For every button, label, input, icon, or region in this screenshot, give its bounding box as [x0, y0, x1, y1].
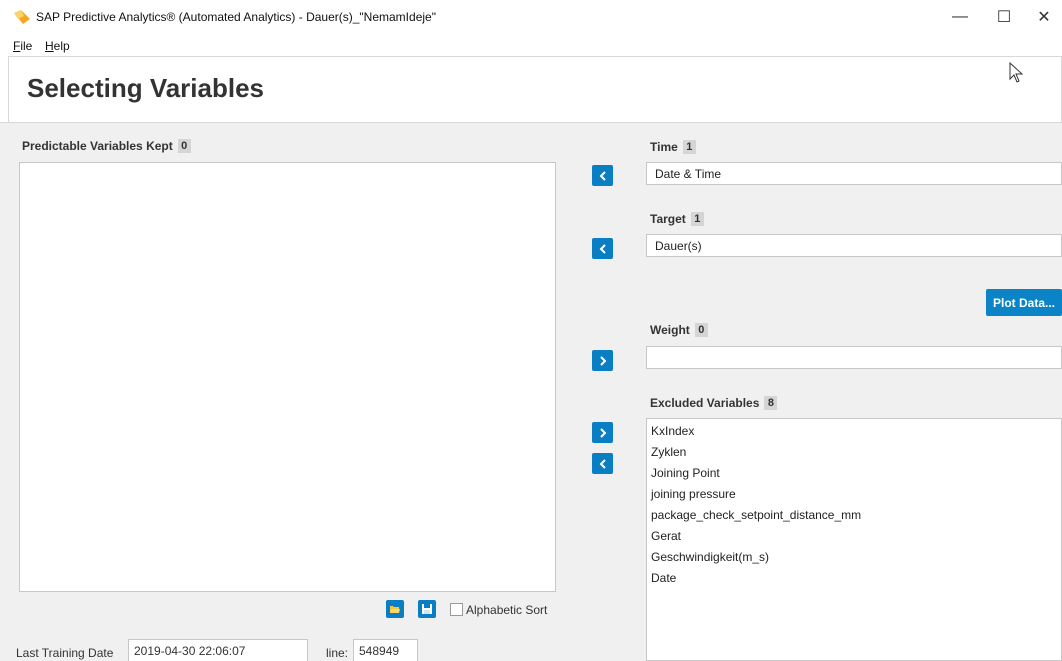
- title-bar: SAP Predictive Analytics® (Automated Ana…: [0, 0, 1062, 36]
- list-item[interactable]: joining pressure: [649, 484, 1059, 505]
- page-title: Selecting Variables: [27, 73, 265, 103]
- chevron-right-icon: [599, 427, 606, 438]
- save-icon: [422, 604, 432, 614]
- predictable-label: Predictable Variables Kept 0: [22, 139, 191, 153]
- list-item[interactable]: Geschwindigkeit(m_s): [649, 547, 1059, 568]
- list-item[interactable]: Date: [649, 568, 1059, 589]
- weight-field[interactable]: [646, 346, 1062, 369]
- excluded-label: Excluded Variables 8: [650, 396, 778, 410]
- mouse-cursor-icon: [1009, 62, 1024, 83]
- move-excluded-left-button[interactable]: [592, 453, 613, 474]
- target-count-badge: 1: [690, 212, 704, 226]
- chevron-left-icon: [599, 458, 606, 469]
- last-training-label: Last Training Date: [16, 646, 114, 660]
- list-item[interactable]: KxIndex: [649, 421, 1059, 442]
- predictable-variables-list[interactable]: [19, 162, 556, 592]
- window-title: SAP Predictive Analytics® (Automated Ana…: [36, 10, 436, 24]
- menu-help[interactable]: Help: [45, 39, 70, 53]
- minimize-icon: —: [952, 8, 968, 25]
- time-label: Time 1: [650, 140, 696, 154]
- chevron-right-icon: [599, 355, 606, 366]
- move-excluded-right-button[interactable]: [592, 422, 613, 443]
- close-icon: ✕: [1037, 9, 1051, 26]
- menu-bar: File Help: [0, 36, 1062, 56]
- close-button[interactable]: ✕: [1024, 4, 1062, 30]
- maximize-icon: ☐: [996, 9, 1012, 26]
- list-item[interactable]: Gerat: [649, 526, 1059, 547]
- chevron-left-icon: [599, 243, 606, 254]
- weight-label: Weight 0: [650, 323, 708, 337]
- list-item[interactable]: Joining Point: [649, 463, 1059, 484]
- alphabetic-sort-checkbox[interactable]: [450, 603, 463, 616]
- time-count-badge: 1: [682, 140, 696, 154]
- target-field[interactable]: Dauer(s): [646, 234, 1062, 257]
- page-header: Selecting Variables: [8, 56, 1062, 122]
- move-target-left-button[interactable]: [592, 238, 613, 259]
- sap-logo-icon: [14, 10, 30, 24]
- predictable-count-badge: 0: [177, 139, 191, 153]
- line-value-field: 548949: [353, 639, 418, 661]
- move-weight-right-button[interactable]: [592, 350, 613, 371]
- menu-file[interactable]: File: [13, 39, 32, 53]
- open-button[interactable]: [386, 600, 404, 618]
- excluded-variables-list[interactable]: KxIndex Zyklen Joining Point joining pre…: [646, 418, 1062, 661]
- time-field[interactable]: Date & Time: [646, 162, 1062, 185]
- target-label: Target 1: [650, 212, 704, 226]
- chevron-left-icon: [599, 170, 606, 181]
- alphabetic-sort-label: Alphabetic Sort: [466, 603, 548, 617]
- move-time-left-button[interactable]: [592, 165, 613, 186]
- line-label: line:: [326, 646, 349, 660]
- excluded-count-badge: 8: [764, 396, 778, 410]
- save-button[interactable]: [418, 600, 436, 618]
- last-training-date-field: 2019-04-30 22:06:07: [128, 639, 308, 661]
- maximize-button[interactable]: ☐: [984, 4, 1024, 30]
- plot-data-button[interactable]: Plot Data...: [986, 289, 1062, 316]
- weight-count-badge: 0: [694, 323, 708, 337]
- list-item[interactable]: package_check_setpoint_distance_mm: [649, 505, 1059, 526]
- list-item[interactable]: Zyklen: [649, 442, 1059, 463]
- folder-open-icon: [390, 606, 400, 613]
- minimize-button[interactable]: —: [940, 4, 980, 30]
